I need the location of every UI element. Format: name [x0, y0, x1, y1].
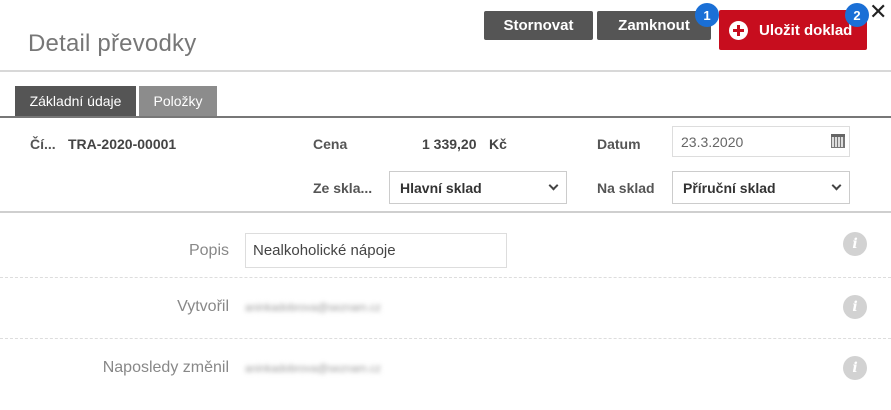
price-value: 1 339,20 — [422, 136, 477, 152]
header-divider — [0, 70, 891, 72]
badge-1: 1 — [695, 3, 719, 27]
page-title: Detail převodky — [28, 30, 197, 57]
chevron-down-icon — [548, 180, 559, 191]
tab-underline — [0, 116, 891, 118]
chevron-down-icon — [831, 180, 842, 191]
description-input[interactable]: Nealkoholické nápoje — [245, 233, 507, 268]
date-label: Datum — [597, 136, 641, 152]
close-icon[interactable]: ✕ — [869, 1, 887, 23]
info-icon[interactable]: i — [843, 232, 867, 256]
calendar-icon[interactable] — [831, 134, 845, 148]
number-value: TRA-2020-00001 — [68, 136, 177, 152]
to-warehouse-value: Příruční sklad — [683, 180, 776, 196]
date-value: 23.3.2020 — [681, 134, 744, 150]
price-label: Cena — [313, 136, 348, 152]
cancel-button[interactable]: Stornovat — [484, 11, 593, 40]
row-divider — [0, 338, 891, 339]
modified-label: Naposledy změnil — [102, 359, 229, 376]
info-icon[interactable]: i — [843, 356, 867, 380]
modified-value: aninkadobrova@seznam.cz — [245, 363, 381, 375]
row-divider — [0, 277, 891, 278]
to-warehouse-label: Na sklad — [597, 180, 655, 196]
from-warehouse-value: Hlavní sklad — [400, 180, 482, 196]
from-warehouse-select[interactable]: Hlavní sklad — [389, 171, 567, 204]
summary-divider — [0, 211, 891, 213]
description-label: Popis — [188, 242, 229, 259]
save-button-label: Uložit doklad — [759, 21, 853, 39]
badge-2: 2 — [845, 3, 869, 27]
number-label: Čí... — [30, 136, 56, 152]
tab-basic-info[interactable]: Základní údaje — [15, 86, 136, 116]
info-icon[interactable]: i — [843, 295, 867, 319]
plus-circle-icon — [729, 20, 748, 40]
from-warehouse-label: Ze skla... — [313, 180, 373, 196]
tab-items[interactable]: Položky — [139, 86, 217, 116]
description-value: Nealkoholické nápoje — [253, 242, 396, 259]
date-field[interactable]: 23.3.2020 — [672, 126, 850, 157]
to-warehouse-select[interactable]: Příruční sklad — [672, 171, 850, 204]
created-value: aninkadobrova@seznam.cz — [245, 302, 381, 314]
created-label: Vytvořil — [177, 298, 229, 315]
currency: Kč — [489, 136, 507, 152]
lock-button[interactable]: Zamknout — [597, 11, 711, 40]
